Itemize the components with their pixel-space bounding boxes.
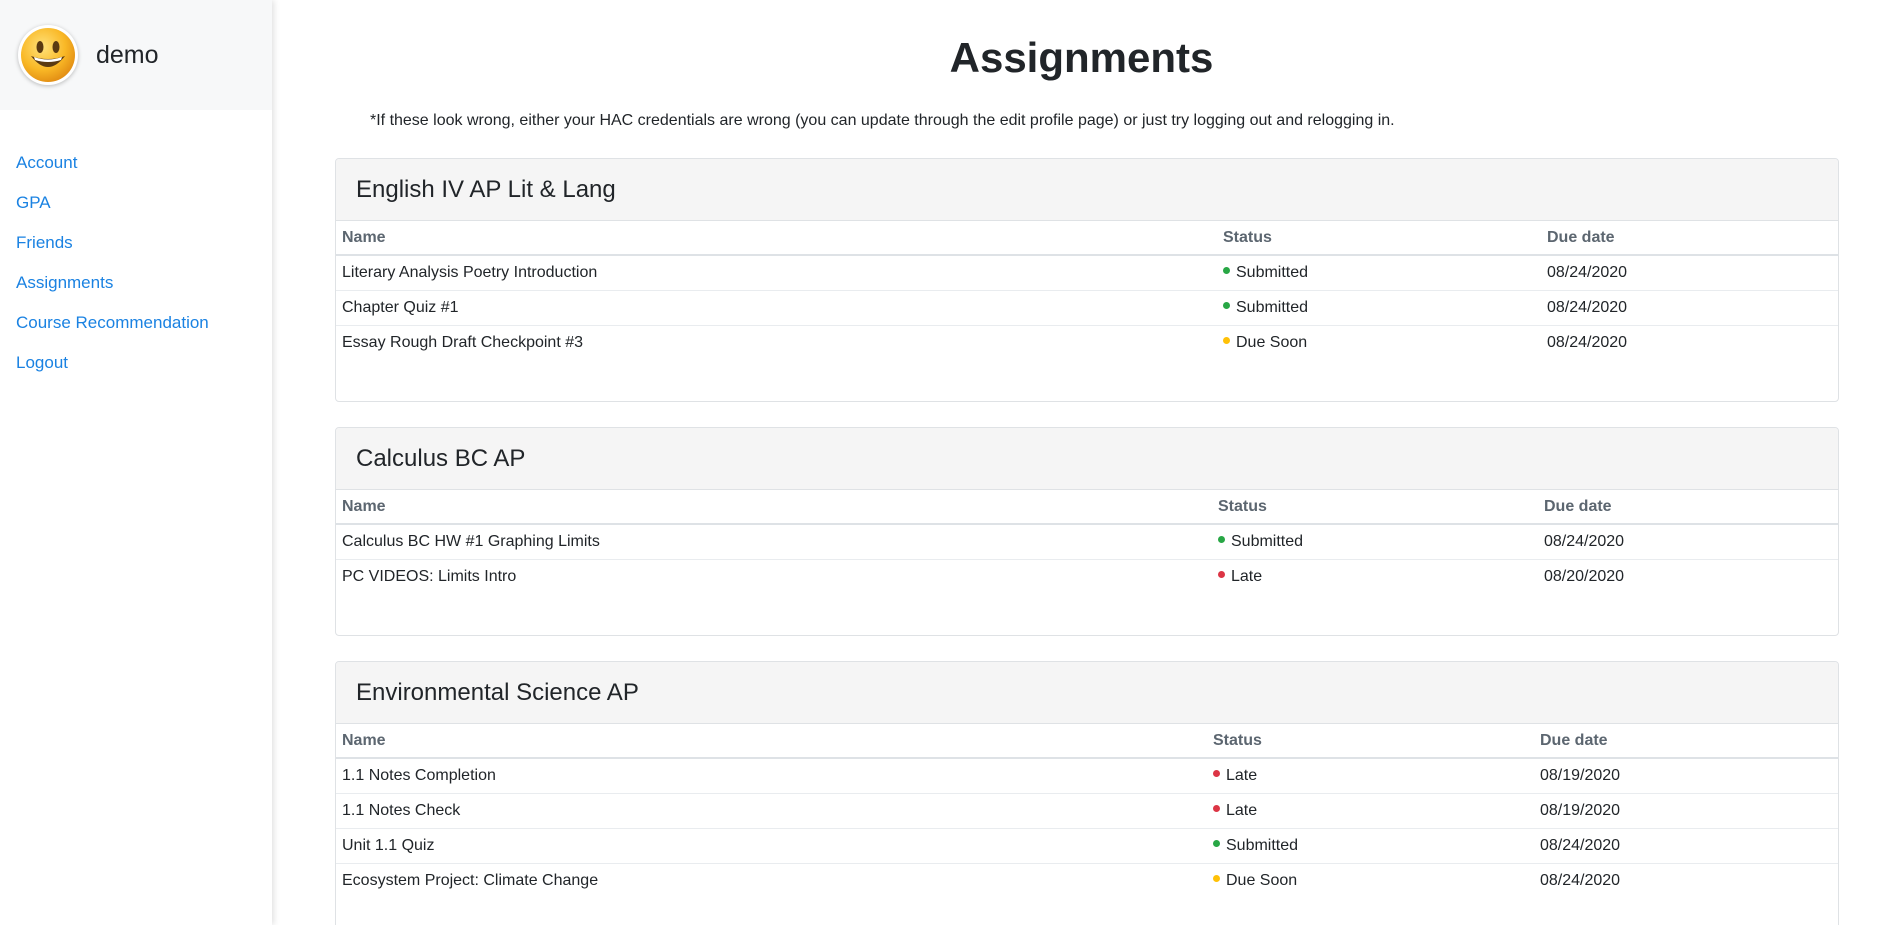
assignment-status: Late [1207,758,1534,794]
assignment-due: 08/24/2020 [1547,333,1628,351]
column-header-due: Due date [1534,724,1838,759]
table-row: Ecosystem Project: Climate Change Due So… [336,863,1838,898]
assignment-status: Submitted [1217,255,1541,291]
sidebar-item-course-recommendation: Course Recommendation [16,303,272,343]
sidebar-nav: Account GPA Friends Assignments Course R… [0,110,272,383]
sidebar-link-gpa[interactable]: GPA [16,193,51,212]
assignment-due: 08/19/2020 [1534,758,1838,794]
assignment-name: Calculus BC HW #1 Graphing Limits [336,524,1212,560]
course-title: Environmental Science AP [336,662,1838,724]
sidebar-item-assignments: Assignments [16,263,272,303]
assignment-due: 08/24/2020 [1541,255,1838,291]
avatar[interactable] [18,25,78,85]
assignment-due: 08/19/2020 [1534,793,1838,829]
status-text: Submitted [1236,298,1309,316]
status-text: Submitted [1226,836,1299,854]
status-dot-icon [1213,804,1220,812]
assignment-status: Submitted [1212,524,1538,560]
app: demo Account GPA Friends Assignments Cou… [0,0,1891,925]
assignment-due: 08/24/2020 [1540,871,1621,889]
assignments-table: Name Status Due date Literary Analysis P… [336,221,1838,360]
table-header-row: Name Status Due date [336,724,1838,759]
assignments-table: Name Status Due date 1.1 Notes Completio… [336,724,1838,898]
username: demo [96,40,159,69]
status-dot-icon [1213,770,1220,778]
assignment-name: Essay Rough Draft Checkpoint #3 [342,333,584,351]
table-row: PC VIDEOS: Limits Intro Late 08/20/2020 [336,559,1838,594]
course-card-calculus: Calculus BC AP Name Status Due date Calc… [335,427,1839,636]
assignments-table: Name Status Due date Calculus BC HW #1 G… [336,490,1838,594]
assignment-name: 1.1 Notes Completion [336,758,1207,794]
status-dot-icon [1223,267,1230,275]
assignment-due: 08/20/2020 [1544,567,1625,585]
status-text: Late [1231,567,1263,585]
status-text: Due Soon [1226,871,1298,889]
column-header-name: Name [336,490,1212,525]
table-row: Calculus BC HW #1 Graphing Limits Submit… [336,524,1838,560]
table-row: 1.1 Notes Completion Late 08/19/2020 [336,758,1838,794]
assignment-name: Literary Analysis Poetry Introduction [336,255,1217,291]
column-header-name: Name [336,221,1217,256]
status-text: Late [1226,766,1258,784]
table-row: 1.1 Notes Check Late 08/19/2020 [336,793,1838,829]
sidebar-link-logout[interactable]: Logout [16,353,68,372]
assignment-name: 1.1 Notes Check [336,793,1207,829]
assignment-status: Due Soon [1207,863,1534,898]
table-header-row: Name Status Due date [336,221,1838,256]
table-header-row: Name Status Due date [336,490,1838,525]
course-title: Calculus BC AP [336,428,1838,490]
status-text: Submitted [1236,263,1309,281]
column-header-due: Due date [1538,490,1838,525]
sidebar-item-friends: Friends [16,223,272,263]
assignment-status: Late [1207,793,1534,829]
status-dot-icon [1213,839,1220,847]
status-dot-icon [1223,337,1230,345]
table-row: Chapter Quiz #1 Submitted 08/24/2020 [336,290,1838,326]
column-header-due: Due date [1541,221,1838,256]
course-card-english: English IV AP Lit & Lang Name Status Due… [335,158,1839,402]
sidebar-item-logout: Logout [16,343,272,383]
status-text: Late [1226,801,1258,819]
sidebar-header: demo [0,0,272,110]
table-row: Literary Analysis Poetry Introduction Su… [336,255,1838,291]
status-dot-icon [1218,536,1225,544]
assignment-name: Ecosystem Project: Climate Change [342,871,599,889]
course-card-environmental-science: Environmental Science AP Name Status Due… [335,661,1839,925]
column-header-status: Status [1207,724,1534,759]
main-content: Assignments *If these look wrong, either… [272,0,1891,925]
sidebar-link-assignments[interactable]: Assignments [16,273,113,292]
smiley-face-icon [21,28,75,82]
status-text: Due Soon [1236,333,1308,351]
assignment-status: Due Soon [1217,325,1541,360]
sidebar-link-course-recommendation[interactable]: Course Recommendation [16,313,209,332]
assignment-name: Chapter Quiz #1 [336,290,1217,326]
sidebar-item-gpa: GPA [16,183,272,223]
status-text: Submitted [1231,532,1304,550]
sidebar-link-friends[interactable]: Friends [16,233,73,252]
sidebar: demo Account GPA Friends Assignments Cou… [0,0,272,925]
assignment-due: 08/24/2020 [1538,524,1838,560]
assignment-status: Late [1212,559,1538,594]
assignment-status: Submitted [1217,290,1541,326]
course-title: English IV AP Lit & Lang [336,159,1838,221]
sidebar-item-account: Account [16,143,272,183]
column-header-status: Status [1212,490,1538,525]
table-row: Essay Rough Draft Checkpoint #3 Due Soon… [336,325,1838,360]
credentials-note: *If these look wrong, either your HAC cr… [370,112,1395,129]
table-row: Unit 1.1 Quiz Submitted 08/24/2020 [336,828,1838,864]
status-dot-icon [1223,301,1230,309]
assignment-due: 08/24/2020 [1534,828,1838,864]
assignment-status: Submitted [1207,828,1534,864]
assignment-name: Unit 1.1 Quiz [336,828,1207,864]
status-dot-icon [1218,571,1225,579]
assignment-name: PC VIDEOS: Limits Intro [342,567,517,585]
column-header-name: Name [336,724,1207,759]
column-header-status: Status [1217,221,1541,256]
sidebar-link-account[interactable]: Account [16,153,77,172]
status-dot-icon [1213,875,1220,883]
page-title: Assignments [949,34,1214,81]
assignment-due: 08/24/2020 [1541,290,1838,326]
